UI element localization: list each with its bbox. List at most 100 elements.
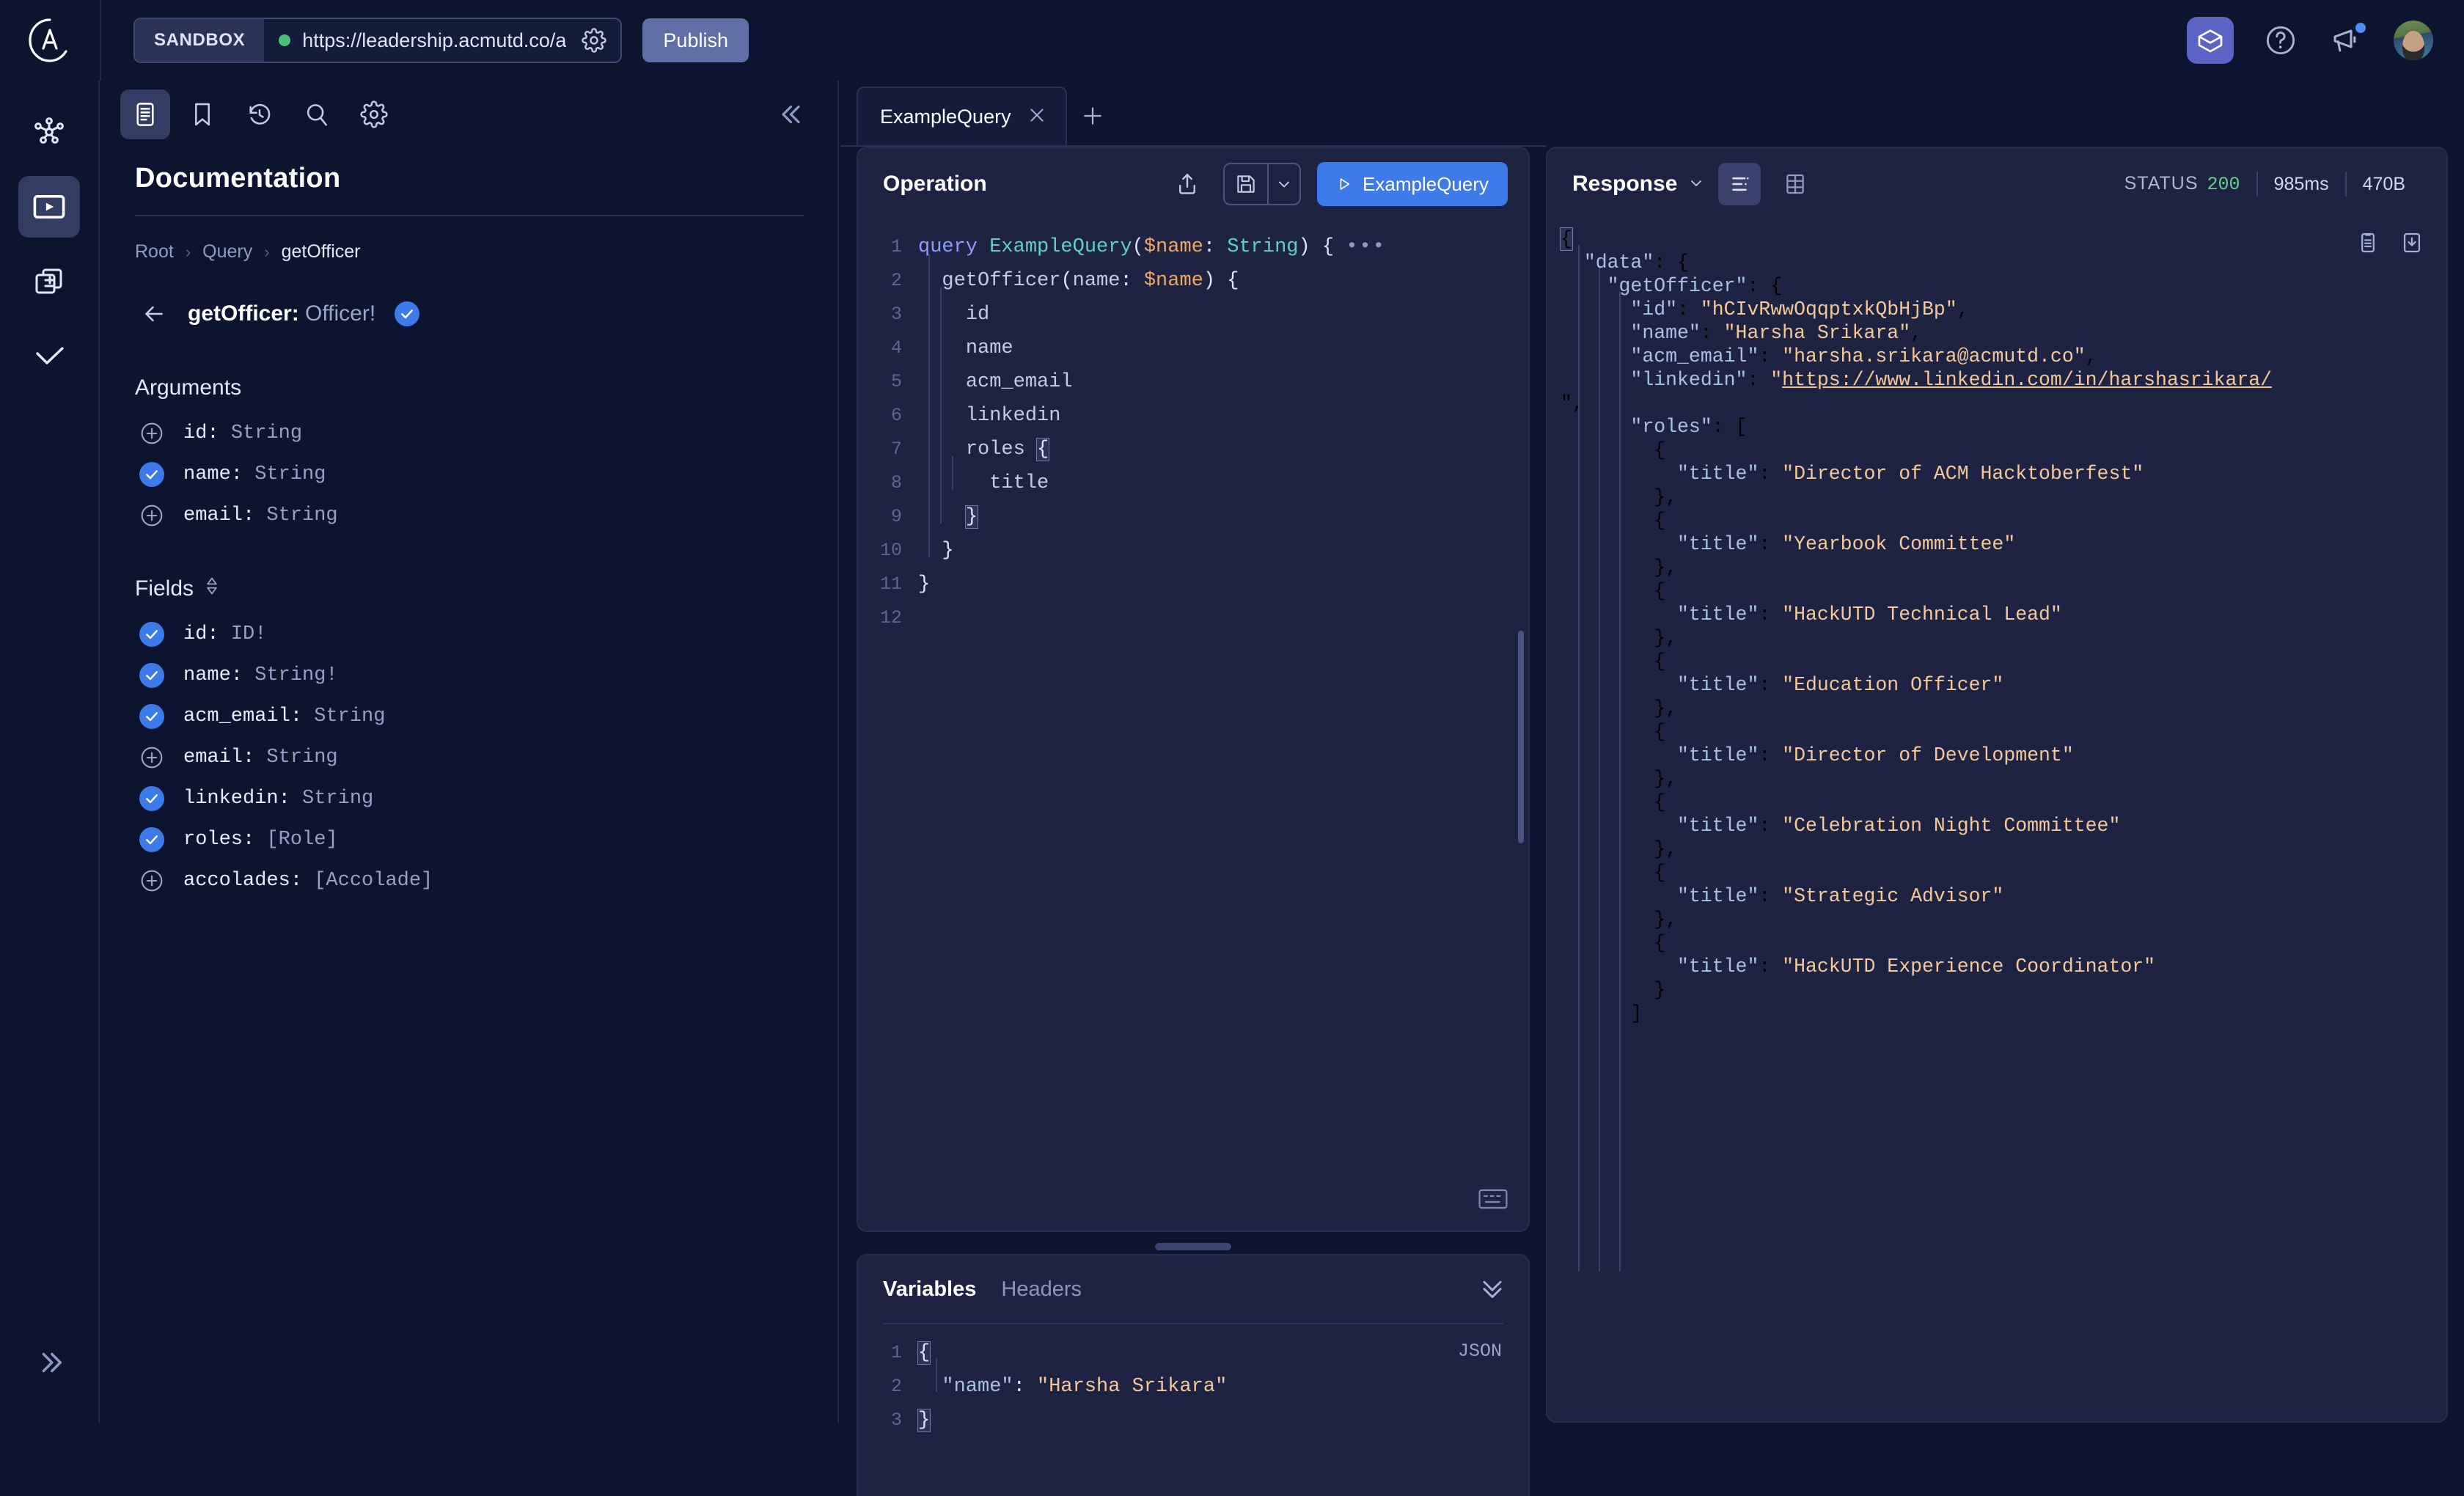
endpoint-field[interactable]: https://leadership.acmutd.co/a [264,24,620,56]
field-add-plus-icon[interactable] [139,745,164,770]
argument-add-plus-icon[interactable] [139,503,164,528]
breadcrumb-item-query[interactable]: Query [202,241,252,263]
plus-icon[interactable] [1067,87,1118,145]
rail-item-explorer[interactable] [18,176,80,238]
tab-variables[interactable]: Variables [883,1277,976,1302]
status-label: STATUS [2124,173,2199,194]
response-text: "linkedin": "https://www.linkedin.com/in… [1630,369,2273,391]
argument-row[interactable]: name: String [135,462,804,487]
field-selected-check-icon[interactable] [139,622,164,647]
clipboard-copy-icon[interactable] [2355,230,2380,259]
field-row[interactable]: name: String! [135,663,804,688]
response-tools [2355,230,2424,259]
history-clock-icon[interactable] [235,89,285,139]
chevron-double-right-icon[interactable] [18,1332,80,1393]
field-row[interactable]: linkedin: String [135,786,804,811]
field-label: id: ID! [183,623,266,645]
chevron-double-down-icon[interactable] [1478,1274,1506,1305]
megaphone-icon[interactable] [2328,21,2366,59]
code-text: roles { [965,438,1050,461]
response-body[interactable]: { "data": { "getOfficer": { "id": "hCIvR… [1547,220,2446,1421]
rail-item-checks[interactable] [18,326,80,387]
close-icon[interactable] [1027,106,1046,128]
variables-format-label: JSON [1457,1341,1502,1362]
tab-examplequery[interactable]: ExampleQuery [857,87,1067,145]
publish-button[interactable]: Publish [642,18,749,62]
arrow-left-icon[interactable] [139,299,169,329]
chevron-double-left-icon[interactable] [771,92,815,136]
breadcrumb-item-root[interactable]: Root [135,241,174,263]
rail-item-changelog[interactable] [18,251,80,312]
run-operation-button[interactable]: ExampleQuery [1317,162,1508,206]
argument-label: name: String [183,463,326,485]
avatar[interactable] [2394,21,2433,60]
apollo-logo[interactable] [0,0,100,81]
tab-headers[interactable]: Headers [1001,1277,1082,1302]
table-grid-icon[interactable] [1774,163,1816,205]
field-row[interactable]: email: String [135,745,804,770]
help-circle-icon[interactable] [2262,21,2300,59]
response-text: "id": "hCIvRwwOqqptxkQbHjBp", [1630,298,1969,320]
endpoint-url-input[interactable]: https://leadership.acmutd.co/a [302,29,566,52]
field-row[interactable]: acm_email: String [135,704,804,729]
response-line: ", [1547,392,2446,415]
argument-selected-check-icon[interactable] [139,462,164,487]
code-line: 1 query ExampleQuery($name: String) { ••• [858,230,1528,264]
editor-scrollbar[interactable] [1518,631,1524,843]
response-line: "title": "Director of ACM Hacktoberfest" [1547,462,2446,485]
field-add-plus-icon[interactable] [139,868,164,893]
field-type: ID! [230,623,267,645]
panel-resize-handle[interactable] [1155,1243,1231,1250]
field-label: email: String [183,747,338,769]
response-text: "title": "HackUTD Experience Coordinator… [1677,956,2156,978]
variables-editor[interactable]: JSON 1{2 "name": "Harsha Srikara" 3} [858,1324,1528,1437]
variables-text: { [917,1341,931,1365]
field-label: acm_email: String [183,705,385,727]
field-selected-check-icon[interactable] [139,704,164,729]
query-editor[interactable]: 1 query ExampleQuery($name: String) { •••… [858,220,1528,1231]
keyboard-icon[interactable] [1478,1187,1508,1214]
field-row[interactable]: id: ID! [135,622,804,647]
field-selected-check-icon[interactable] [139,663,164,688]
field-row[interactable]: accolades: [Accolade] [135,868,804,893]
response-line: }, [1547,908,2446,931]
download-icon[interactable] [2399,230,2424,259]
response-title-dropdown[interactable]: Response [1572,172,1705,197]
arguments-list: id: String name: String email: String [135,421,804,528]
response-line: "getOfficer": { [1547,274,2446,298]
argument-add-plus-icon[interactable] [139,421,164,446]
response-link[interactable]: https://www.linkedin.com/in/harshasrikar… [1782,369,2272,391]
save-disk-icon[interactable] [1225,164,1267,204]
argument-name: name: [183,463,255,485]
bookmark-icon[interactable] [177,89,227,139]
save-group [1223,163,1302,205]
fields-list: id: ID! name: String! acm_email: String ema… [135,622,804,893]
gear-icon[interactable] [349,89,399,139]
code-line: 5 acm_email [858,365,1528,399]
sandbox-box-icon[interactable] [2187,17,2234,64]
fields-label: Fields [135,576,194,601]
field-selected-check-icon[interactable] [139,827,164,852]
view-json-icon[interactable] [1718,163,1761,205]
search-icon[interactable] [292,89,342,139]
field-selected-check-icon[interactable] [139,786,164,811]
chevron-down-icon[interactable] [1269,164,1299,204]
endpoint-group: SANDBOX https://leadership.acmutd.co/a [133,18,623,63]
response-line: { [1547,791,2446,814]
field-name: name: [183,664,255,686]
sort-updown-icon[interactable] [204,576,220,601]
field-label: roles: [Role] [183,829,338,851]
field-row[interactable]: roles: [Role] [135,827,804,852]
argument-row[interactable]: email: String [135,503,804,528]
field-select-toggle[interactable] [395,301,420,326]
argument-row[interactable]: id: String [135,421,804,446]
code-line: 11} [858,568,1528,601]
rail-item-schema-graph[interactable] [18,101,80,163]
documentation-tab-icon[interactable] [120,89,170,139]
response-text: } [1561,979,1666,1001]
breadcrumb-item-getofficer[interactable]: getOfficer [282,241,361,263]
gear-icon[interactable] [578,24,610,56]
share-upload-icon[interactable] [1167,164,1207,204]
field-type: String! [254,664,338,686]
field-type: [Role] [266,829,338,851]
